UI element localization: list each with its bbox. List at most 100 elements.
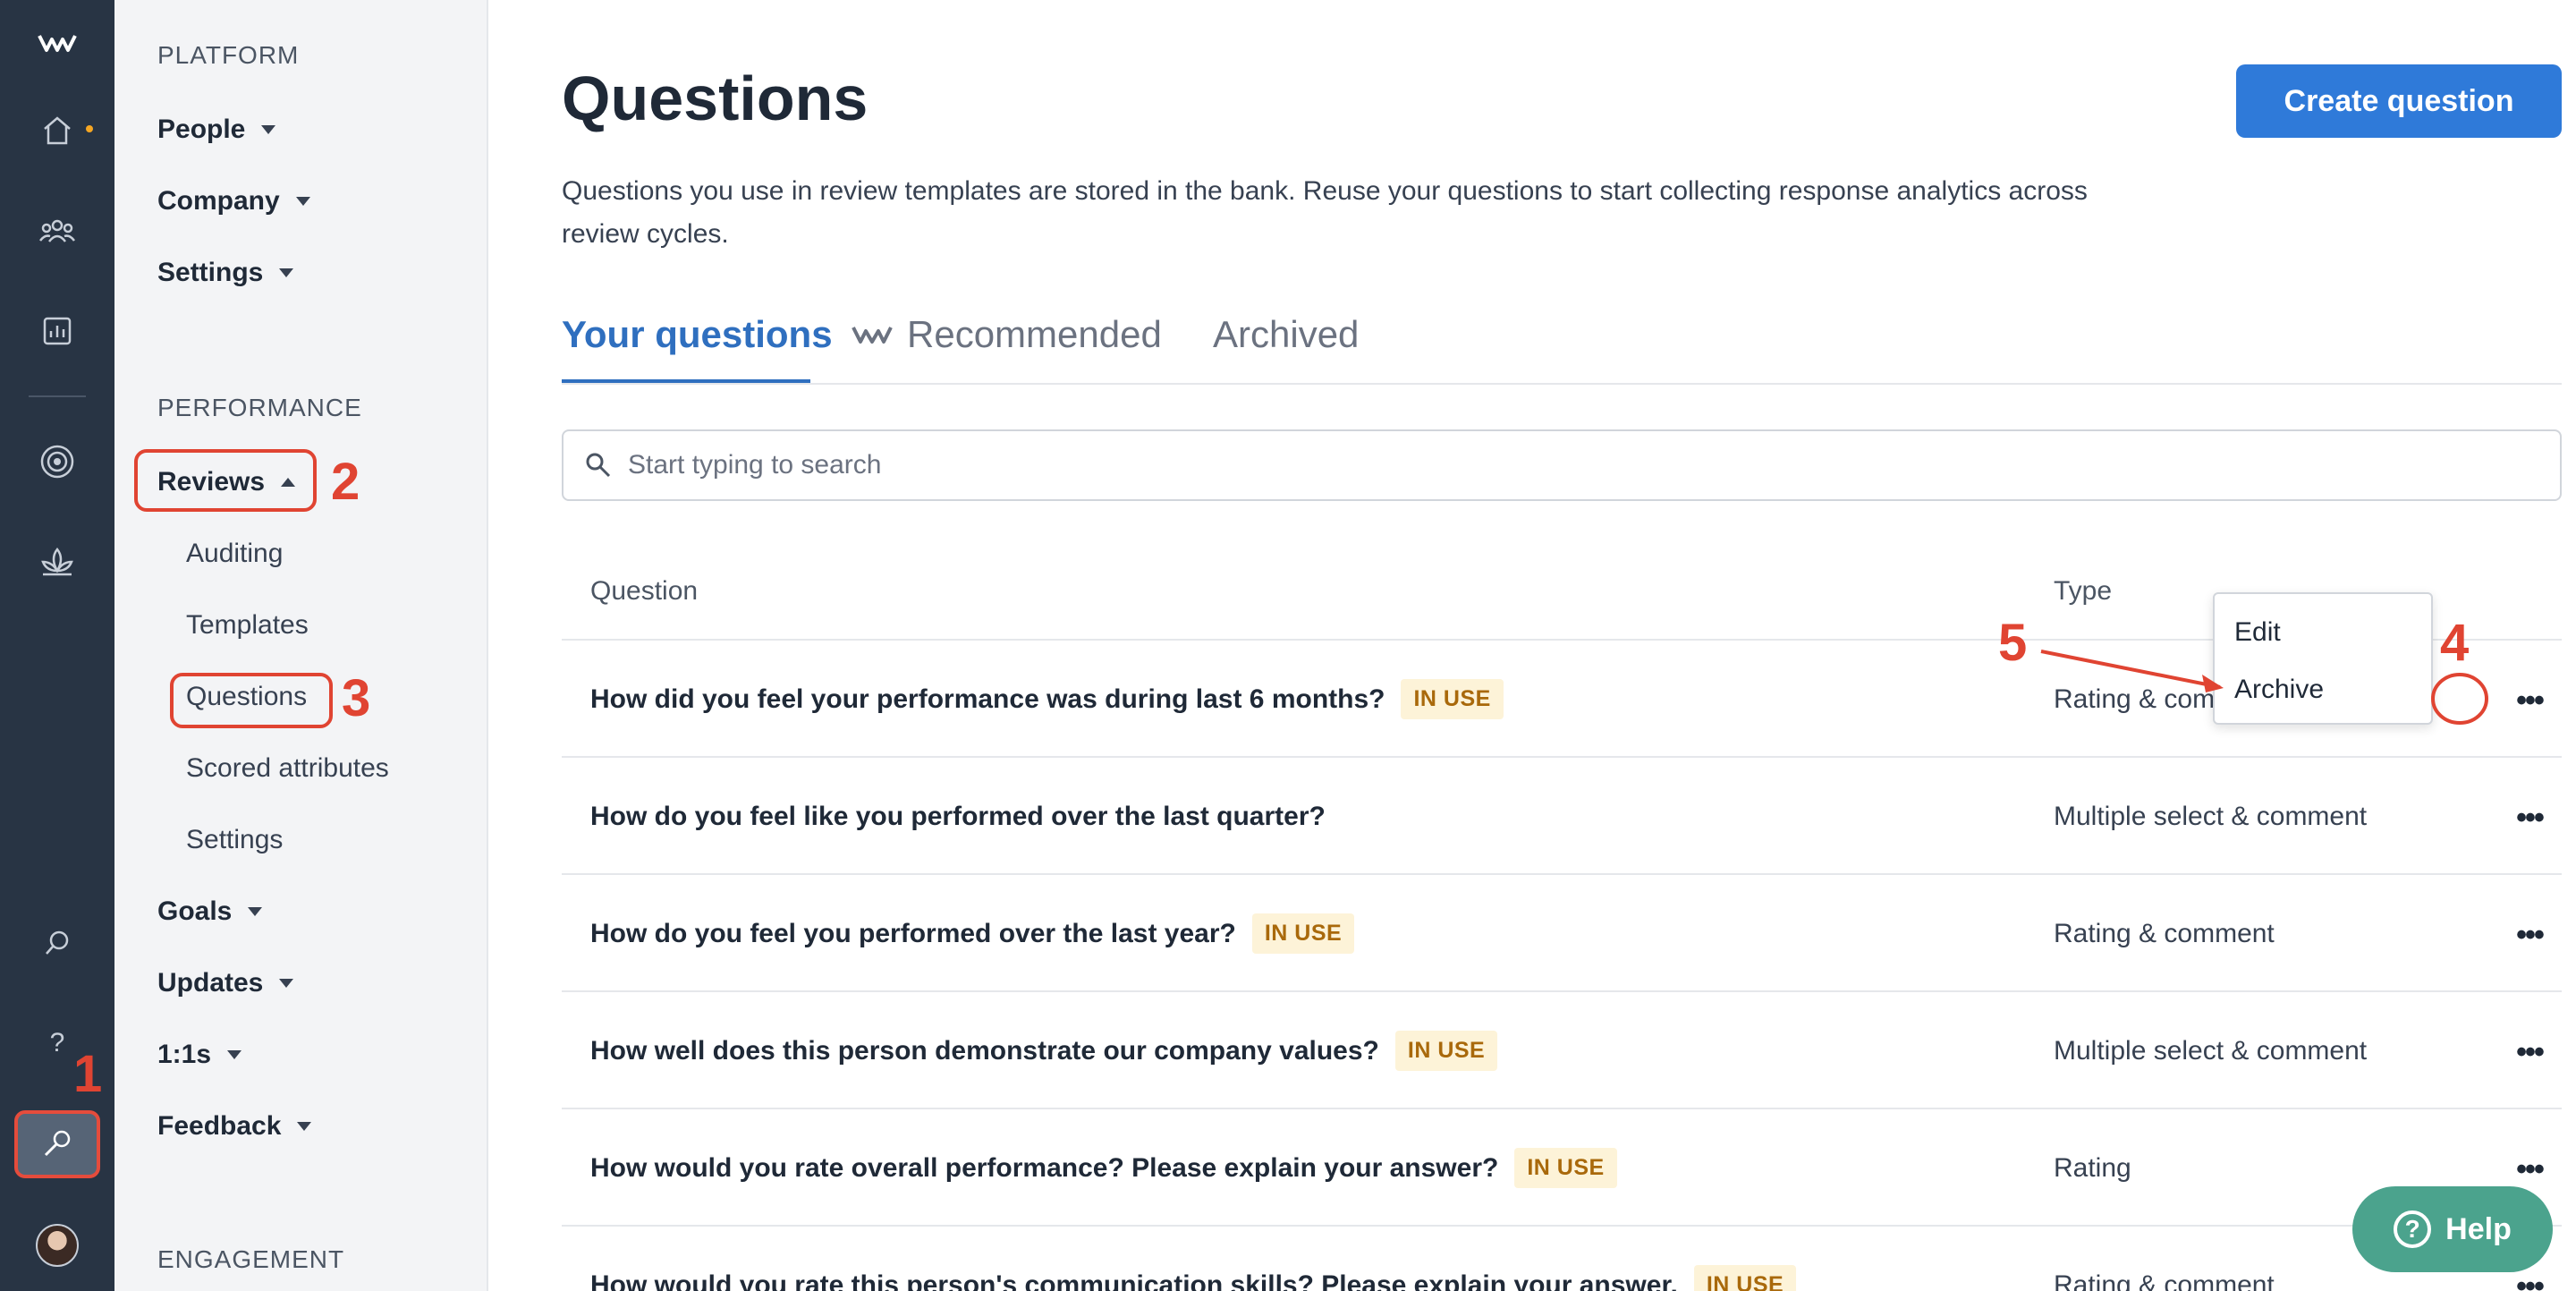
question-type: Rating & comment <box>2054 918 2275 948</box>
people-icon[interactable] <box>38 213 77 249</box>
chevron-down-icon <box>295 197 310 206</box>
table-row[interactable]: How would you rate this person's communi… <box>562 1227 2562 1291</box>
in-use-badge: IN USE <box>1401 679 1504 719</box>
annotation-number-2: 2 <box>331 453 360 511</box>
create-question-button[interactable]: Create question <box>2236 64 2562 138</box>
nav-sub-scored-attributes[interactable]: Scored attributes <box>186 753 389 784</box>
question-label: How would you rate overall performance? … <box>590 1152 1499 1183</box>
question-text: How do you feel you performed over the l… <box>590 875 1355 992</box>
lattice-logo-icon <box>852 327 893 344</box>
avatar[interactable] <box>36 1224 79 1267</box>
menu-item-archive[interactable]: Archive <box>2234 675 2324 705</box>
chevron-up-icon <box>281 478 296 487</box>
nav-item-company[interactable]: Company <box>157 186 310 217</box>
notification-dot <box>86 125 93 132</box>
table-row[interactable]: How do you feel you performed over the l… <box>562 875 2562 992</box>
nav-item-goals-label: Goals <box>157 896 233 926</box>
nav-item-company-label: Company <box>157 186 280 216</box>
logo-icon[interactable] <box>38 32 77 54</box>
menu-item-edit[interactable]: Edit <box>2234 617 2281 648</box>
in-use-badge: IN USE <box>1394 1031 1498 1071</box>
table-row[interactable]: How well does this person demonstrate ou… <box>562 992 2562 1109</box>
nav-item-goals[interactable]: Goals <box>157 896 263 927</box>
more-options-button[interactable]: ••• <box>2512 917 2547 953</box>
search-box[interactable] <box>562 429 2562 501</box>
tab-your-questions[interactable]: Your questions <box>562 313 833 356</box>
nav-section-engagement: ENGAGEMENT <box>157 1245 345 1273</box>
nav-sub-questions[interactable]: Questions <box>186 682 307 712</box>
in-use-badge: IN USE <box>1251 913 1355 954</box>
page-description: Questions you use in review templates ar… <box>562 176 2088 249</box>
chevron-down-icon <box>261 125 276 134</box>
in-use-badge: IN USE <box>1693 1265 1797 1291</box>
chevron-down-icon <box>248 907 263 916</box>
more-options-button[interactable]: ••• <box>2512 1151 2547 1187</box>
question-text: How did you feel your performance was du… <box>590 641 1504 758</box>
tab-recommended[interactable]: Recommended <box>852 313 1162 356</box>
nav-item-settings[interactable]: Settings <box>157 258 294 288</box>
more-options-button[interactable]: ••• <box>2512 800 2547 836</box>
nav-item-reviews[interactable]: Reviews <box>157 467 296 497</box>
analytics-icon[interactable] <box>39 313 75 349</box>
nav-sub-settings[interactable]: Settings <box>186 825 283 855</box>
row-actions-menu: Edit Archive <box>2213 592 2433 725</box>
help-question-icon: ? <box>2394 1210 2432 1248</box>
nav-sub-templates[interactable]: Templates <box>186 610 309 641</box>
chevron-down-icon <box>279 979 294 988</box>
question-text: How would you rate overall performance? … <box>590 1109 1617 1227</box>
nav-item-updates[interactable]: Updates <box>157 968 294 998</box>
nav-section-performance: PERFORMANCE <box>157 394 362 421</box>
more-options-button[interactable]: ••• <box>2512 1034 2547 1070</box>
in-use-badge: IN USE <box>1514 1148 1617 1188</box>
column-header-type: Type <box>2054 576 2113 606</box>
question-type: Multiple select & comment <box>2054 801 2368 831</box>
nav-item-people[interactable]: People <box>157 115 276 145</box>
table-row[interactable]: How do you feel like you performed over … <box>562 758 2562 875</box>
chevron-down-icon <box>297 1122 312 1131</box>
help-label: Help <box>2445 1211 2512 1246</box>
help-question-icon[interactable]: ? <box>50 1028 65 1058</box>
table-row[interactable]: How would you rate overall performance? … <box>562 1109 2562 1227</box>
home-icon[interactable] <box>39 113 75 149</box>
chevron-down-icon <box>227 1050 242 1059</box>
page-title: Questions <box>562 64 869 133</box>
rail-divider <box>29 395 86 397</box>
wrench-icon[interactable] <box>39 1126 75 1162</box>
search-input[interactable] <box>628 450 2560 480</box>
nav-item-reviews-label: Reviews <box>157 467 266 497</box>
question-text: How do you feel like you performed over … <box>590 758 1326 875</box>
question-type: Rating <box>2054 1152 2131 1183</box>
tab-recommended-label: Recommended <box>907 313 1162 355</box>
question-label: How do you feel you performed over the l… <box>590 918 1236 948</box>
more-options-button[interactable]: ••• <box>2512 1269 2547 1291</box>
annotation-number-4: 4 <box>2440 614 2470 672</box>
nav-sub-auditing[interactable]: Auditing <box>186 539 283 569</box>
chevron-down-icon <box>279 268 294 277</box>
annotation-number-5: 5 <box>1998 614 2028 672</box>
target-icon[interactable] <box>38 442 77 481</box>
question-label: How did you feel your performance was du… <box>590 684 1385 714</box>
search-icon <box>583 450 614 480</box>
annotation-number-1: 1 <box>73 1045 103 1103</box>
nav-item-one-on-ones[interactable]: 1:1s <box>157 1040 242 1070</box>
question-type: Multiple select & comment <box>2054 1035 2368 1066</box>
help-button[interactable]: ? Help <box>2352 1186 2553 1272</box>
lotus-icon[interactable] <box>38 544 77 580</box>
tab-archived[interactable]: Archived <box>1213 313 1359 356</box>
navigation-panel: PLATFORM People Company Settings PERFORM… <box>114 0 488 1291</box>
annotation-number-3: 3 <box>342 669 371 727</box>
question-label: How do you feel like you performed over … <box>590 801 1326 831</box>
nav-item-people-label: People <box>157 115 246 144</box>
column-header-question: Question <box>590 576 699 606</box>
nav-section-platform: PLATFORM <box>157 41 300 69</box>
search-icon[interactable] <box>41 927 73 959</box>
nav-item-feedback[interactable]: Feedback <box>157 1111 312 1142</box>
active-tab-indicator <box>562 379 810 383</box>
question-label: How would you rate this person's communi… <box>590 1270 1678 1291</box>
nav-item-one-on-ones-label: 1:1s <box>157 1040 212 1069</box>
nav-item-feedback-label: Feedback <box>157 1111 282 1141</box>
question-label: How well does this person demonstrate ou… <box>590 1035 1379 1066</box>
question-type: Rating & comment <box>2054 1270 2275 1291</box>
more-options-button[interactable]: ••• <box>2512 683 2547 718</box>
nav-item-updates-label: Updates <box>157 968 264 998</box>
